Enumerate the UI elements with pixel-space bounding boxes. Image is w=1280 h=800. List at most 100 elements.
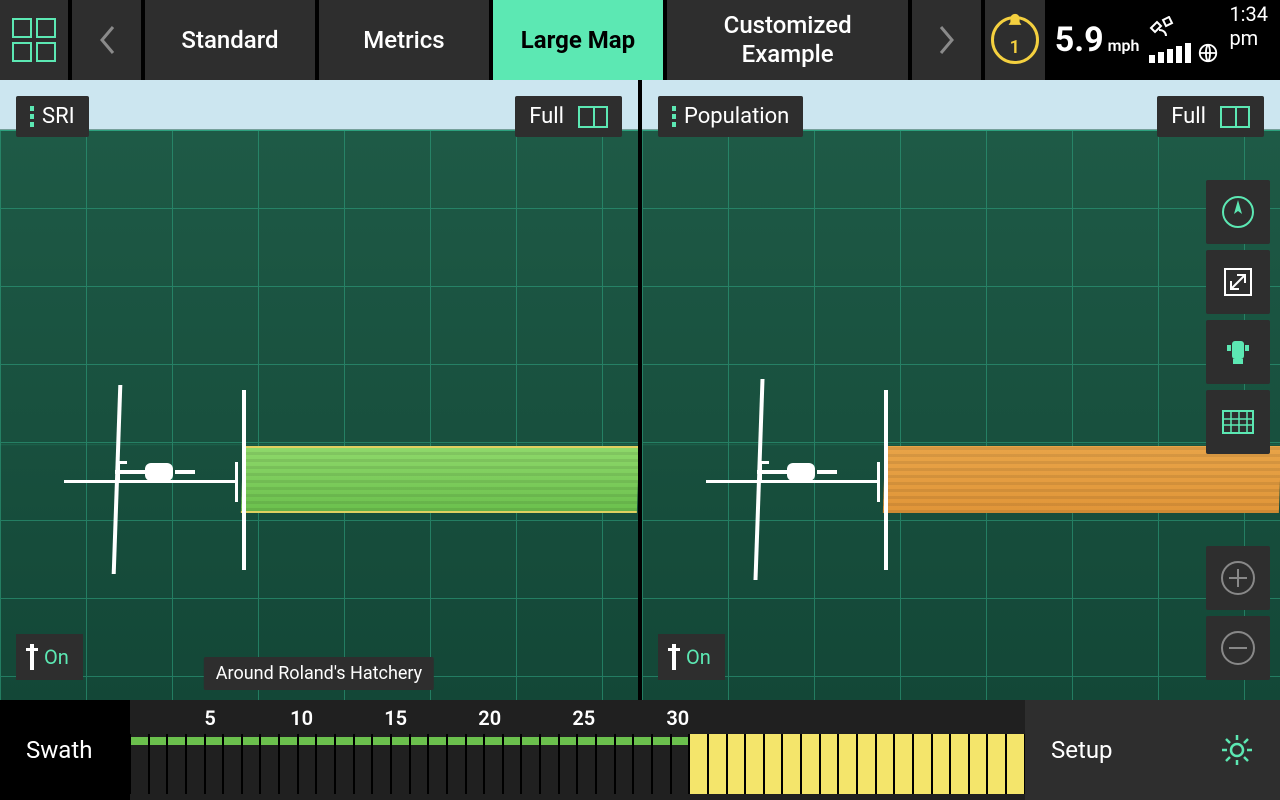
row-segment[interactable] bbox=[447, 734, 466, 794]
field-name-label: Around Roland's Hatchery bbox=[204, 657, 434, 690]
tabs-prev-button[interactable] bbox=[72, 0, 140, 80]
coverage-strip-right bbox=[883, 446, 1280, 513]
row-segment[interactable] bbox=[894, 734, 913, 794]
menu-icon bbox=[30, 106, 34, 127]
row-segment[interactable] bbox=[372, 734, 391, 794]
row-segment[interactable] bbox=[987, 734, 1006, 794]
zoom-in-button[interactable] bbox=[1206, 546, 1270, 610]
top-bar: Standard Metrics Large Map Customized Ex… bbox=[0, 0, 1280, 80]
row-segment[interactable] bbox=[764, 734, 783, 794]
tab-metrics[interactable]: Metrics bbox=[319, 0, 489, 80]
row-segment[interactable] bbox=[689, 734, 708, 794]
row-segment[interactable] bbox=[633, 734, 652, 794]
compass-button[interactable] bbox=[1206, 180, 1270, 244]
row-segment[interactable] bbox=[298, 734, 317, 794]
globe-icon bbox=[1197, 42, 1219, 64]
row-segment[interactable] bbox=[279, 734, 298, 794]
row-segment[interactable] bbox=[932, 734, 951, 794]
apps-grid-button[interactable] bbox=[0, 0, 68, 80]
vehicle-icon bbox=[115, 455, 195, 489]
gear-icon bbox=[1220, 733, 1254, 767]
map-pane-right[interactable]: Population Full On bbox=[642, 80, 1280, 700]
row-segment[interactable] bbox=[466, 734, 485, 794]
layer-selector-right[interactable]: Population bbox=[658, 96, 803, 137]
row-segment[interactable] bbox=[205, 734, 224, 794]
keyboard-icon bbox=[1221, 409, 1255, 435]
row-segment[interactable] bbox=[130, 734, 149, 794]
map-pane-left[interactable]: SRI Full On Around Roland's Hatchery bbox=[0, 80, 638, 700]
lever-icon bbox=[30, 644, 34, 670]
layer-selector-left[interactable]: SRI bbox=[16, 96, 89, 137]
row-segment[interactable] bbox=[559, 734, 578, 794]
minus-circle-icon bbox=[1219, 629, 1257, 667]
row-segment[interactable] bbox=[838, 734, 857, 794]
row-segment[interactable] bbox=[186, 734, 205, 794]
alerts-button[interactable]: 1 bbox=[985, 0, 1045, 80]
row-segment[interactable] bbox=[428, 734, 447, 794]
row-segment[interactable] bbox=[913, 734, 932, 794]
lever-icon bbox=[672, 644, 676, 670]
row-segment[interactable] bbox=[149, 734, 168, 794]
tabs-next-button[interactable] bbox=[912, 0, 980, 80]
row-segment[interactable] bbox=[316, 734, 335, 794]
coverage-strip-left bbox=[241, 446, 638, 513]
view-mode-right[interactable]: Full bbox=[1157, 96, 1264, 137]
zoom-out-button[interactable] bbox=[1206, 616, 1270, 680]
section-toggle-left[interactable]: On bbox=[16, 634, 83, 680]
row-segment[interactable] bbox=[820, 734, 839, 794]
tab-large-map[interactable]: Large Map bbox=[493, 0, 663, 80]
layer-label: SRI bbox=[42, 104, 75, 129]
row-segment[interactable] bbox=[577, 734, 596, 794]
row-segment[interactable] bbox=[484, 734, 503, 794]
row-segment[interactable] bbox=[242, 734, 261, 794]
row-segment[interactable] bbox=[503, 734, 522, 794]
compass-icon bbox=[1220, 194, 1256, 230]
keyboard-button[interactable] bbox=[1206, 390, 1270, 454]
row-ruler[interactable]: 51015202530354045 bbox=[130, 700, 1025, 800]
row-segment[interactable] bbox=[335, 734, 354, 794]
row-segment[interactable] bbox=[1006, 734, 1025, 794]
row-segment[interactable] bbox=[727, 734, 746, 794]
speed-readout: 5.9 mph bbox=[1055, 20, 1140, 60]
implement-button[interactable] bbox=[1206, 320, 1270, 384]
row-segment[interactable] bbox=[615, 734, 634, 794]
toggle-label: On bbox=[686, 645, 711, 669]
zoom-tools bbox=[1206, 546, 1270, 680]
row-segment[interactable] bbox=[652, 734, 671, 794]
bell-icon bbox=[1004, 12, 1026, 34]
implement-icon bbox=[1221, 335, 1255, 369]
tab-standard[interactable]: Standard bbox=[145, 0, 315, 80]
row-segment[interactable] bbox=[167, 734, 186, 794]
section-toggle-right[interactable]: On bbox=[658, 634, 725, 680]
row-segment[interactable] bbox=[969, 734, 988, 794]
row-segment[interactable] bbox=[540, 734, 559, 794]
view-mode-left[interactable]: Full bbox=[515, 96, 622, 137]
row-segment[interactable] bbox=[876, 734, 895, 794]
row-segment[interactable] bbox=[950, 734, 969, 794]
chevron-right-icon bbox=[937, 23, 957, 57]
setup-button[interactable]: Setup bbox=[1025, 700, 1280, 800]
row-segment[interactable] bbox=[745, 734, 764, 794]
row-segment[interactable] bbox=[223, 734, 242, 794]
satellite-icon bbox=[1149, 16, 1175, 38]
row-segment[interactable] bbox=[354, 734, 373, 794]
speed-unit: mph bbox=[1108, 36, 1140, 55]
row-segment[interactable] bbox=[857, 734, 876, 794]
row-segment[interactable] bbox=[596, 734, 615, 794]
status-area: 5.9 mph 1:34 pm bbox=[1049, 0, 1280, 80]
row-segment[interactable] bbox=[260, 734, 279, 794]
tab-customized-example[interactable]: Customized Example bbox=[667, 0, 908, 80]
row-segment[interactable] bbox=[801, 734, 820, 794]
row-segment[interactable] bbox=[521, 734, 540, 794]
row-segment[interactable] bbox=[782, 734, 801, 794]
signal-bars-icon bbox=[1149, 43, 1191, 63]
row-segment[interactable] bbox=[671, 734, 690, 794]
chevron-left-icon bbox=[97, 23, 117, 57]
row-segment[interactable] bbox=[708, 734, 727, 794]
fullscreen-button[interactable] bbox=[1206, 250, 1270, 314]
alert-count: 1 bbox=[1010, 37, 1020, 58]
map-tools bbox=[1206, 180, 1270, 454]
row-segment[interactable] bbox=[410, 734, 429, 794]
swath-bar: Swath 51015202530354045 Setup bbox=[0, 700, 1280, 800]
row-segment[interactable] bbox=[391, 734, 410, 794]
